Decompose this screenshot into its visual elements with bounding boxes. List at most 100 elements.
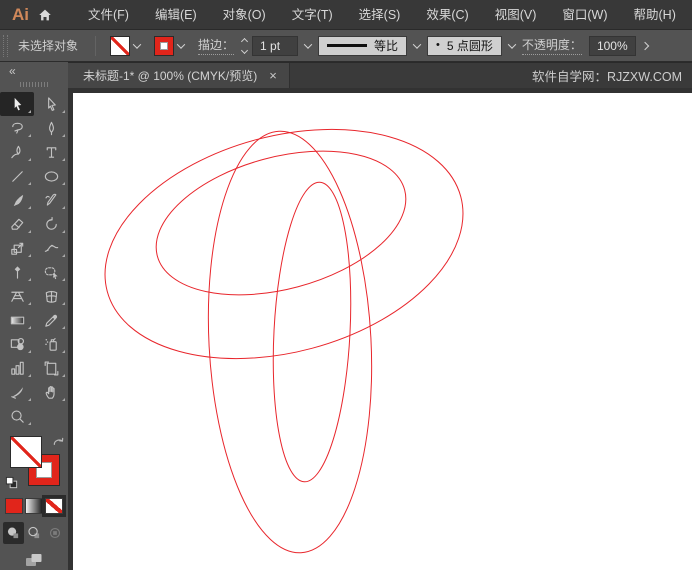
- ellipse-path[interactable]: [198, 127, 382, 557]
- home-button[interactable]: [37, 7, 53, 23]
- draw-behind-mode[interactable]: [24, 522, 45, 544]
- more-options-chevron[interactable]: [640, 41, 649, 50]
- ellipse-path[interactable]: [266, 180, 358, 484]
- document-tab-title: 未标题-1* @ 100% (CMYK/预览): [83, 69, 258, 83]
- puppet-warp-tool[interactable]: [0, 260, 34, 284]
- draw-normal-mode[interactable]: [2, 522, 24, 544]
- collapse-panel-button[interactable]: «: [0, 62, 16, 77]
- shaper-tool[interactable]: [34, 188, 68, 212]
- ellipse-path[interactable]: [140, 126, 421, 320]
- swap-fill-stroke-button[interactable]: [52, 436, 65, 449]
- gradient-tool[interactable]: [0, 308, 34, 332]
- menu-item[interactable]: 帮助(H): [621, 0, 689, 30]
- type-tool[interactable]: [34, 140, 68, 164]
- selection-status: 未选择对象: [18, 39, 79, 53]
- step-up-icon: [240, 37, 249, 45]
- flyout-indicator: [62, 326, 65, 329]
- color-button[interactable]: [5, 498, 23, 514]
- menu-item[interactable]: 编辑(E): [142, 0, 210, 30]
- screen-mode-button[interactable]: [23, 551, 45, 569]
- selection-tool[interactable]: [0, 92, 34, 116]
- mesh-tool[interactable]: [34, 284, 68, 308]
- zoom-tool[interactable]: [0, 404, 34, 428]
- gradient-button[interactable]: [25, 498, 43, 514]
- pen-tool[interactable]: [34, 116, 68, 140]
- color-buttons: [5, 498, 63, 514]
- free-transform-tool[interactable]: [34, 260, 68, 284]
- menu-item[interactable]: 选择(S): [346, 0, 414, 30]
- width-profile-chevron[interactable]: [412, 39, 422, 49]
- panel-grip[interactable]: [3, 34, 8, 57]
- step-down-icon: [240, 46, 249, 54]
- opacity-panel-link[interactable]: 不透明度：: [521, 36, 582, 55]
- gradient-tool-icon: [9, 312, 26, 329]
- none-button[interactable]: [45, 498, 63, 514]
- toolbar-grip[interactable]: [20, 82, 48, 87]
- close-tab-button[interactable]: ×: [269, 69, 277, 82]
- home-icon: [39, 9, 51, 20]
- menu-item[interactable]: 文字(T): [279, 0, 346, 30]
- default-fill-stroke-button[interactable]: [5, 476, 19, 490]
- paintbrush-tool[interactable]: [0, 188, 34, 212]
- direct-selection-tool[interactable]: [34, 92, 68, 116]
- ellipse-tool[interactable]: [34, 164, 68, 188]
- eyedropper-tool[interactable]: [34, 308, 68, 332]
- rotate-tool[interactable]: [34, 212, 68, 236]
- shape-builder-tool[interactable]: [0, 332, 34, 356]
- tools-grid: [0, 92, 68, 428]
- stroke-weight-stepper[interactable]: [240, 37, 249, 54]
- direct-selection-tool-icon: [43, 96, 60, 113]
- zoom-tool-icon: [9, 408, 26, 425]
- opacity-value[interactable]: 100%: [588, 35, 636, 56]
- artboard-tool[interactable]: [34, 356, 68, 380]
- flyout-indicator: [62, 182, 65, 185]
- flyout-indicator: [28, 398, 31, 401]
- stroke-profile-preview: [327, 44, 368, 47]
- eraser-tool-icon: [9, 216, 26, 233]
- eraser-tool[interactable]: [0, 212, 34, 236]
- canvas[interactable]: [68, 88, 692, 570]
- control-bar: 未选择对象 描边： 1 pt 等比 • 5 点圆形 不透明度： 100%: [0, 30, 692, 62]
- width-profile-select[interactable]: 等比: [318, 35, 408, 56]
- fill-color-swatch[interactable]: [110, 35, 131, 56]
- pasteboard-edge-top: [68, 88, 692, 93]
- width-tool[interactable]: [34, 236, 68, 260]
- hand-tool[interactable]: [34, 380, 68, 404]
- fill-color-chevron[interactable]: [132, 39, 142, 49]
- column-graph-tool[interactable]: [0, 356, 34, 380]
- stroke-weight-chevron[interactable]: [303, 39, 313, 49]
- stroke-weight-value[interactable]: 1 pt: [252, 35, 299, 56]
- fill-swatch[interactable]: [10, 436, 42, 468]
- menu-item[interactable]: 文件(F): [75, 0, 142, 30]
- artwork-svg: [79, 92, 488, 557]
- hand-tool-icon: [43, 384, 60, 401]
- flyout-indicator: [62, 206, 65, 209]
- stroke-color-chevron[interactable]: [176, 39, 186, 49]
- line-segment-tool-icon: [9, 168, 26, 185]
- perspective-grid-tool-icon: [9, 288, 26, 305]
- document-tab[interactable]: 未标题-1* @ 100% (CMYK/预览) ×: [68, 63, 290, 88]
- slice-tool[interactable]: [0, 380, 34, 404]
- fill-stroke-indicator: [0, 436, 68, 492]
- flyout-indicator: [62, 158, 65, 161]
- stroke-color-control: [154, 35, 186, 56]
- menu-item[interactable]: 效果(C): [413, 0, 481, 30]
- menu-item[interactable]: 视图(V): [482, 0, 550, 30]
- stroke-panel-link[interactable]: 描边：: [198, 36, 235, 55]
- menu-item[interactable]: 窗口(W): [549, 0, 620, 30]
- ellipse-path[interactable]: [79, 92, 488, 395]
- line-segment-tool[interactable]: [0, 164, 34, 188]
- ellipse-tool-icon: [43, 168, 60, 185]
- width-tool-icon: [43, 240, 60, 257]
- scale-tool[interactable]: [0, 236, 34, 260]
- menu-item[interactable]: 对象(O): [210, 0, 279, 30]
- curvature-tool[interactable]: [0, 140, 34, 164]
- watermark-text: 软件自学网：RJZXW.COM: [532, 70, 682, 84]
- symbol-sprayer-tool[interactable]: [34, 332, 68, 356]
- lasso-tool[interactable]: [0, 116, 34, 140]
- brush-chevron[interactable]: [507, 39, 517, 49]
- stroke-color-swatch[interactable]: [154, 35, 175, 56]
- brush-select[interactable]: • 5 点圆形: [427, 35, 502, 56]
- perspective-grid-tool[interactable]: [0, 284, 34, 308]
- flyout-indicator: [28, 374, 31, 377]
